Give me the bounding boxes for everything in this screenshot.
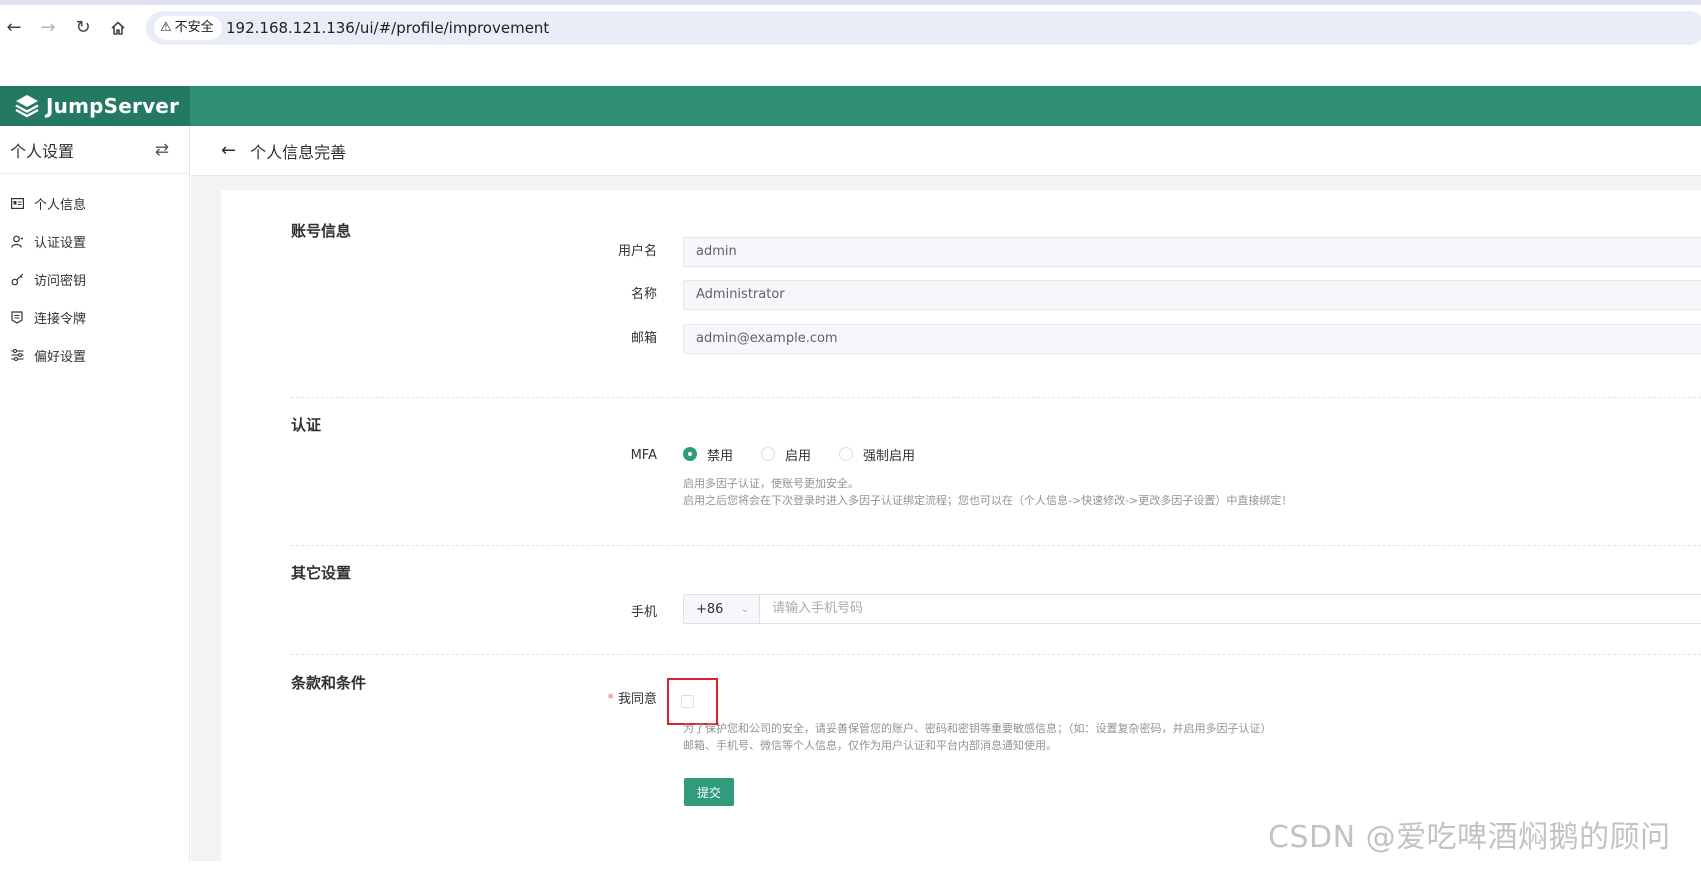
required-mark: * [607, 692, 614, 707]
sidebar-item-label: 个人信息 [34, 197, 87, 213]
page-header: ← 个人信息完善 [191, 126, 1701, 176]
phone-prefix-value: +86 [696, 601, 724, 617]
back-icon[interactable]: ← [2, 16, 26, 40]
radio-label: 启用 [785, 448, 812, 464]
phone-input[interactable]: 请输入手机号码 [760, 595, 1701, 623]
sidebar-item-preferences[interactable]: 偏好设置 [0, 336, 189, 374]
sidebar-title: 个人设置 [10, 141, 75, 161]
swap-icon[interactable]: ⇄ [155, 140, 169, 160]
username-field[interactable]: admin [683, 237, 1701, 267]
section-title-auth: 认证 [291, 416, 322, 434]
section-title-account: 账号信息 [291, 222, 352, 240]
forward-icon[interactable]: → [36, 16, 60, 40]
terms-help-line1: 为了保护您和公司的安全，请妥善保管您的账户、密码和密钥等重要敏感信息；（如：设置… [683, 722, 1272, 735]
email-label: 邮箱 [630, 331, 657, 346]
username-label: 用户名 [617, 244, 657, 259]
page-title: 个人信息完善 [250, 142, 347, 162]
terms-help-line2: 邮箱、手机号、微信等个人信息，仅作为用户认证和平台内部消息通知使用。 [683, 739, 1057, 752]
sidebar-item-access-key[interactable]: 访问密钥 [0, 260, 189, 298]
warning-icon: ⚠ [160, 20, 172, 35]
agree-label-text: 我同意 [617, 692, 657, 707]
chevron-down-icon: ⌄ [740, 603, 749, 615]
sidebar-item-label: 访问密钥 [34, 273, 87, 289]
radio-label: 禁用 [707, 448, 734, 464]
main-content: ← 个人信息完善 账号信息 用户名 admin 名称 Administrator… [191, 126, 1701, 870]
logo[interactable]: JumpServer [0, 86, 190, 126]
mfa-radio-group: 禁用 启用 强制启用 [683, 439, 943, 469]
mfa-help-line2: 启用之后您将会在下次登录时进入多因子认证绑定流程；您也可以在（个人信息->快速修… [683, 494, 1293, 507]
token-icon [10, 310, 24, 324]
divider [291, 545, 1701, 546]
reload-icon[interactable]: ↻ [71, 16, 95, 40]
sidebar-item-label: 认证设置 [34, 235, 87, 251]
sidebar: 个人设置 ⇄ 个人信息 认证设置 访问密钥 连接令牌 偏好设置 [0, 126, 190, 861]
divider [291, 397, 1701, 398]
name-field[interactable]: Administrator [683, 280, 1701, 310]
name-label: 名称 [630, 287, 657, 302]
sidebar-item-label: 连接令牌 [34, 311, 87, 327]
phone-label: 手机 [630, 605, 657, 620]
mfa-option-enabled[interactable]: 启用 [761, 445, 811, 464]
home-icon[interactable] [106, 16, 130, 40]
sidebar-item-profile[interactable]: 个人信息 [0, 184, 189, 222]
mfa-help-line1: 启用多因子认证，使账号更加安全。 [683, 477, 859, 490]
radio-unchecked[interactable] [761, 447, 776, 461]
insecure-label: 不安全 [174, 20, 214, 35]
sliders-icon [10, 348, 24, 362]
phone-field-group: +86 ⌄ 请输入手机号码 [683, 594, 1701, 624]
email-field[interactable]: admin@example.com [683, 324, 1701, 354]
highlight-annotation [667, 678, 718, 725]
url-text[interactable]: 192.168.121.136/ui/#/profile/improvement [226, 18, 549, 38]
sidebar-item-token[interactable]: 连接令牌 [0, 298, 189, 336]
user-auth-icon [10, 234, 24, 248]
sidebar-header: 个人设置 ⇄ [0, 126, 189, 174]
section-title-terms: 条款和条件 [291, 674, 367, 692]
mfa-label: MFA [630, 448, 657, 463]
phone-prefix-select[interactable]: +86 ⌄ [684, 595, 760, 623]
mfa-option-disabled[interactable]: 禁用 [683, 445, 733, 464]
radio-unchecked[interactable] [839, 447, 854, 461]
jumpserver-logo-icon [15, 95, 39, 118]
sidebar-item-label: 偏好设置 [34, 349, 87, 365]
logo-text: JumpServer [46, 94, 180, 118]
id-card-icon [10, 196, 24, 210]
radio-checked[interactable] [683, 447, 697, 461]
tab-strip [0, 0, 1701, 5]
sidebar-menu: 个人信息 认证设置 访问密钥 连接令牌 偏好设置 [0, 174, 189, 374]
insecure-badge[interactable]: ⚠ 不安全 [154, 16, 222, 40]
form-card: 账号信息 用户名 admin 名称 Administrator 邮箱 admin… [221, 190, 1701, 870]
divider [291, 654, 1701, 655]
watermark: CSDN @爱吃啤酒焖鹅的顾问 [1268, 820, 1671, 855]
radio-label: 强制启用 [863, 448, 916, 464]
sidebar-item-auth[interactable]: 认证设置 [0, 222, 189, 260]
back-arrow-icon[interactable]: ← [221, 140, 236, 161]
submit-button[interactable]: 提交 [684, 778, 734, 806]
agree-label: * 我同意 [457, 685, 657, 715]
app-header: JumpServer [0, 86, 1701, 126]
address-bar[interactable]: ⚠ 不安全 192.168.121.136/ui/#/profile/impro… [146, 11, 1701, 45]
mfa-option-forced[interactable]: 强制启用 [839, 445, 915, 464]
browser-toolbar: ← → ↻ ⚠ 不安全 192.168.121.136/ui/#/profile… [0, 0, 1701, 54]
section-title-other: 其它设置 [291, 564, 352, 582]
key-icon [10, 272, 24, 286]
